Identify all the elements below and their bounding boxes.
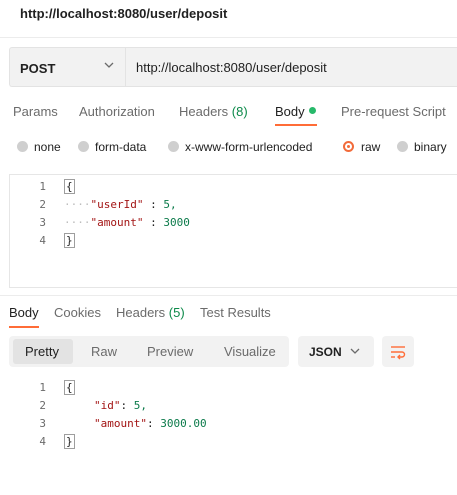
- code-line: ····"amount" : 3000: [64, 216, 190, 229]
- code-line: ····"userId" : 5,: [64, 198, 177, 211]
- line-number: 2: [39, 399, 46, 412]
- json-key: "id": [94, 399, 121, 412]
- indent-dots: ····: [64, 216, 91, 229]
- json-key: "userId": [90, 198, 144, 211]
- json-colon: :: [150, 216, 157, 229]
- view-mode-raw[interactable]: Raw: [91, 344, 117, 359]
- code-line: {: [64, 179, 75, 194]
- tab-headers-label: Headers: [179, 104, 229, 119]
- tab-body[interactable]: Body: [275, 104, 305, 119]
- close-brace: }: [64, 434, 75, 449]
- view-mode-visualize[interactable]: Visualize: [224, 344, 276, 359]
- response-tab-headers-label: Headers: [116, 305, 166, 320]
- format-label: JSON: [309, 345, 342, 359]
- radio-form-data-label: form-data: [95, 140, 147, 154]
- wrap-lines-icon: [391, 346, 406, 360]
- chevron-down-icon: [104, 62, 114, 68]
- request-title: http://localhost:8080/user/deposit: [20, 6, 228, 21]
- line-number: 2: [39, 198, 46, 211]
- response-code-line: }: [64, 434, 75, 449]
- radio-binary-label: binary: [414, 140, 447, 154]
- open-brace: {: [64, 380, 75, 395]
- radio-raw[interactable]: [343, 141, 354, 152]
- json-colon: :: [120, 399, 128, 412]
- header-divider: [0, 37, 457, 38]
- line-number: 4: [39, 234, 46, 247]
- response-tab-test-results[interactable]: Test Results: [200, 305, 271, 320]
- response-code-line: "id": 5,: [94, 399, 147, 412]
- body-indicator-dot: [309, 107, 316, 114]
- line-number: 4: [39, 435, 46, 448]
- radio-form-data[interactable]: [78, 141, 89, 152]
- view-mode-preview[interactable]: Preview: [147, 344, 193, 359]
- line-number: 1: [39, 180, 46, 193]
- json-value: 5,: [163, 198, 177, 211]
- request-body-editor[interactable]: [9, 174, 457, 288]
- response-tab-headers[interactable]: Headers (5): [116, 305, 185, 320]
- json-key: "amount": [94, 417, 147, 430]
- line-number: 3: [39, 216, 46, 229]
- response-code-line: {: [64, 380, 75, 395]
- view-mode-pretty[interactable]: Pretty: [25, 344, 59, 359]
- radio-binary[interactable]: [397, 141, 408, 152]
- tab-prerequest-script[interactable]: Pre-request Script: [341, 104, 446, 119]
- tab-body-underline: [275, 124, 317, 126]
- code-line: }: [64, 233, 75, 248]
- open-brace: {: [64, 179, 75, 194]
- method-label: POST: [20, 61, 56, 76]
- response-tab-body[interactable]: Body: [9, 305, 39, 320]
- json-colon: :: [150, 198, 157, 211]
- url-text: http://localhost:8080/user/deposit: [136, 60, 327, 75]
- response-tab-body-underline: [9, 326, 39, 328]
- json-key: "amount": [90, 216, 144, 229]
- response-tab-headers-count: (5): [168, 305, 185, 320]
- radio-urlencoded-label: x-www-form-urlencoded: [185, 140, 313, 154]
- tab-authorization[interactable]: Authorization: [79, 104, 155, 119]
- json-value: 3000: [163, 216, 190, 229]
- tab-params[interactable]: Params: [13, 104, 58, 119]
- section-divider: [0, 295, 457, 296]
- response-code-line: "amount": 3000.00: [94, 417, 207, 430]
- tab-headers[interactable]: Headers (8): [179, 104, 248, 119]
- radio-none-label: none: [34, 140, 61, 154]
- json-value: 5,: [133, 399, 147, 412]
- radio-urlencoded[interactable]: [168, 141, 179, 152]
- response-tab-cookies[interactable]: Cookies: [54, 305, 101, 320]
- indent-dots: ····: [64, 198, 91, 211]
- line-number: 1: [39, 381, 46, 394]
- line-number: 3: [39, 417, 46, 430]
- radio-raw-label: raw: [361, 140, 381, 154]
- json-value: 3000.00: [160, 417, 207, 430]
- radio-none[interactable]: [17, 141, 28, 152]
- chevron-down-icon: [350, 348, 360, 354]
- json-colon: :: [146, 417, 154, 430]
- close-brace: }: [64, 233, 75, 248]
- tab-headers-count: (8): [231, 104, 248, 119]
